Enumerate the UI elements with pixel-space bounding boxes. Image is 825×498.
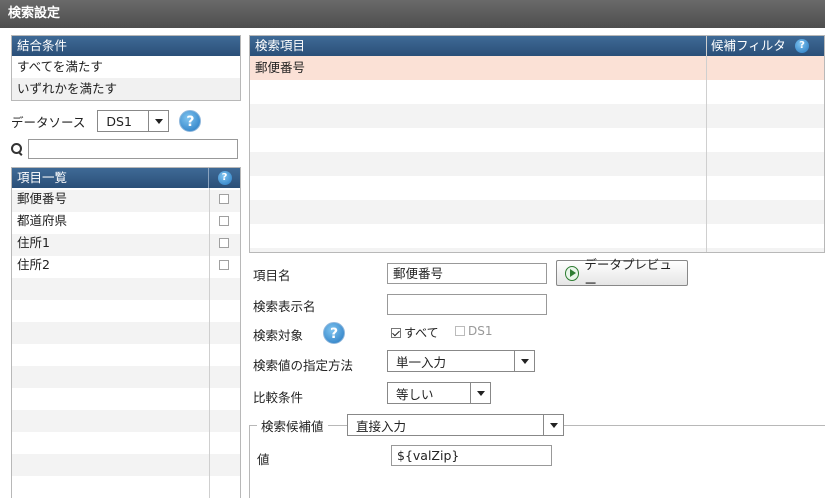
chevron-down-icon xyxy=(148,111,168,131)
column-divider xyxy=(209,188,210,498)
play-icon xyxy=(565,265,580,281)
search-icon xyxy=(11,143,23,155)
candidate-filter-column-header: 候補フィルタ ? xyxy=(706,36,824,56)
list-item[interactable]: 住所1 xyxy=(12,232,240,254)
compare-condition-label: 比較条件 xyxy=(253,390,304,405)
display-name-label: 検索表示名 xyxy=(253,299,316,314)
list-item-label: 都道府県 xyxy=(17,213,68,228)
search-items-grid: 検索項目 候補フィルタ ? 郵便番号 xyxy=(249,35,825,253)
field-list: 項目一覧 ? 郵便番号 都道府県 住所1 住所2 xyxy=(11,167,241,498)
list-item-label: 住所2 xyxy=(17,257,50,272)
join-condition-list: 結合条件 すべてを満たす いずれかを満たす xyxy=(11,35,241,101)
search-item-cell: 郵便番号 xyxy=(255,60,306,75)
field-list-help: ? xyxy=(208,168,240,188)
target-all-option[interactable]: すべて xyxy=(391,324,439,341)
item-name-label: 項目名 xyxy=(253,268,291,283)
item-name-field[interactable]: 郵便番号 xyxy=(387,263,547,284)
list-item-checkbox[interactable] xyxy=(219,260,229,270)
search-item-column-header: 検索項目 xyxy=(250,36,706,56)
target-ds-label: DS1 xyxy=(468,324,493,338)
search-method-label: 検索値の指定方法 xyxy=(253,358,354,373)
candidate-filter-label: 候補フィルタ xyxy=(711,38,786,53)
value-field[interactable]: ${valZip} xyxy=(391,445,552,466)
data-preview-button[interactable]: データプレビュー xyxy=(556,257,688,291)
search-method-select[interactable]: 単一入力 xyxy=(387,350,535,372)
list-item-checkbox[interactable] xyxy=(219,194,229,204)
field-search-input[interactable] xyxy=(28,139,238,159)
target-ds-checkbox[interactable] xyxy=(455,326,465,336)
compare-condition-value: 等しい xyxy=(396,386,434,402)
column-divider xyxy=(706,36,707,252)
search-method-value: 単一入力 xyxy=(396,354,447,370)
value-label: 値 xyxy=(257,452,270,467)
candidate-value-legend: 検索候補値 xyxy=(257,416,328,435)
candidate-value-select[interactable]: 直接入力 xyxy=(347,414,564,436)
search-target-label: 検索対象 xyxy=(253,328,304,343)
window-title: 検索設定 xyxy=(0,0,825,28)
table-row[interactable]: 郵便番号 xyxy=(250,56,824,80)
join-option-all[interactable]: すべてを満たす xyxy=(12,56,240,78)
field-list-header: 項目一覧 ? xyxy=(12,168,240,188)
datasource-row: データソース DS1 ? xyxy=(11,110,202,132)
field-list-title: 項目一覧 xyxy=(17,170,68,185)
display-name-field[interactable] xyxy=(387,294,547,315)
data-preview-label: データプレビュー xyxy=(584,257,672,291)
help-icon[interactable]: ? xyxy=(217,171,232,185)
chevron-down-icon xyxy=(514,351,534,371)
target-all-checkbox[interactable] xyxy=(391,327,401,338)
join-condition-header: 結合条件 xyxy=(12,36,240,56)
target-ds-option[interactable]: DS1 xyxy=(455,324,493,338)
datasource-value: DS1 xyxy=(106,113,132,129)
join-option-any[interactable]: いずれかを満たす xyxy=(12,78,240,100)
compare-condition-select[interactable]: 等しい xyxy=(387,382,491,404)
list-item-checkbox[interactable] xyxy=(219,238,229,248)
list-item-checkbox[interactable] xyxy=(219,216,229,226)
list-item-label: 郵便番号 xyxy=(17,191,68,206)
list-item[interactable]: 郵便番号 xyxy=(12,188,240,210)
target-all-label: すべて xyxy=(404,326,439,340)
list-item[interactable]: 住所2 xyxy=(12,254,240,276)
list-item[interactable]: 都道府県 xyxy=(12,210,240,232)
chevron-down-icon xyxy=(470,383,490,403)
help-icon[interactable]: ? xyxy=(795,39,809,53)
chevron-down-icon xyxy=(543,415,563,435)
help-icon[interactable]: ? xyxy=(323,322,345,344)
datasource-select[interactable]: DS1 xyxy=(97,110,170,132)
help-icon[interactable]: ? xyxy=(179,110,202,132)
datasource-label: データソース xyxy=(11,114,86,130)
list-item-label: 住所1 xyxy=(17,235,50,250)
candidate-value-value: 直接入力 xyxy=(356,418,407,434)
field-search-row xyxy=(11,139,241,159)
